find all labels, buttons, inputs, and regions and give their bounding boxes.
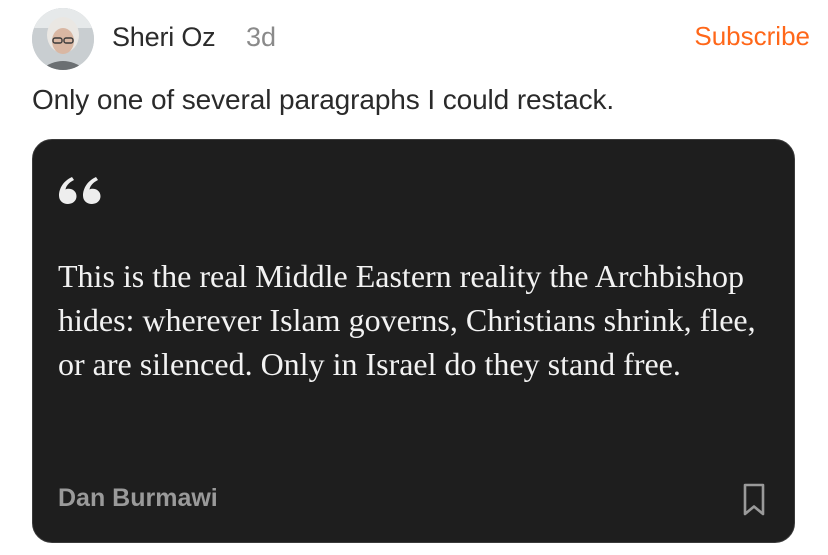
post-timestamp: 3d (246, 22, 277, 52)
bookmark-icon[interactable] (742, 483, 766, 517)
quote-mark-icon (59, 177, 101, 204)
author-name[interactable]: Sheri Oz (112, 22, 216, 53)
quote-text: This is the real Middle Eastern reality … (58, 258, 756, 382)
post-header: Sheri Oz 3d Subscribe (32, 8, 812, 70)
avatar[interactable] (32, 8, 94, 70)
quote-source-author[interactable]: Dan Burmawi (58, 484, 218, 513)
avatar-image (32, 8, 94, 70)
restack-quote-card[interactable]: This is the real Middle Eastern reality … (32, 139, 795, 543)
subscribe-button[interactable]: Subscribe (694, 21, 810, 52)
post-body-text: Only one of several paragraphs I could r… (32, 84, 615, 115)
